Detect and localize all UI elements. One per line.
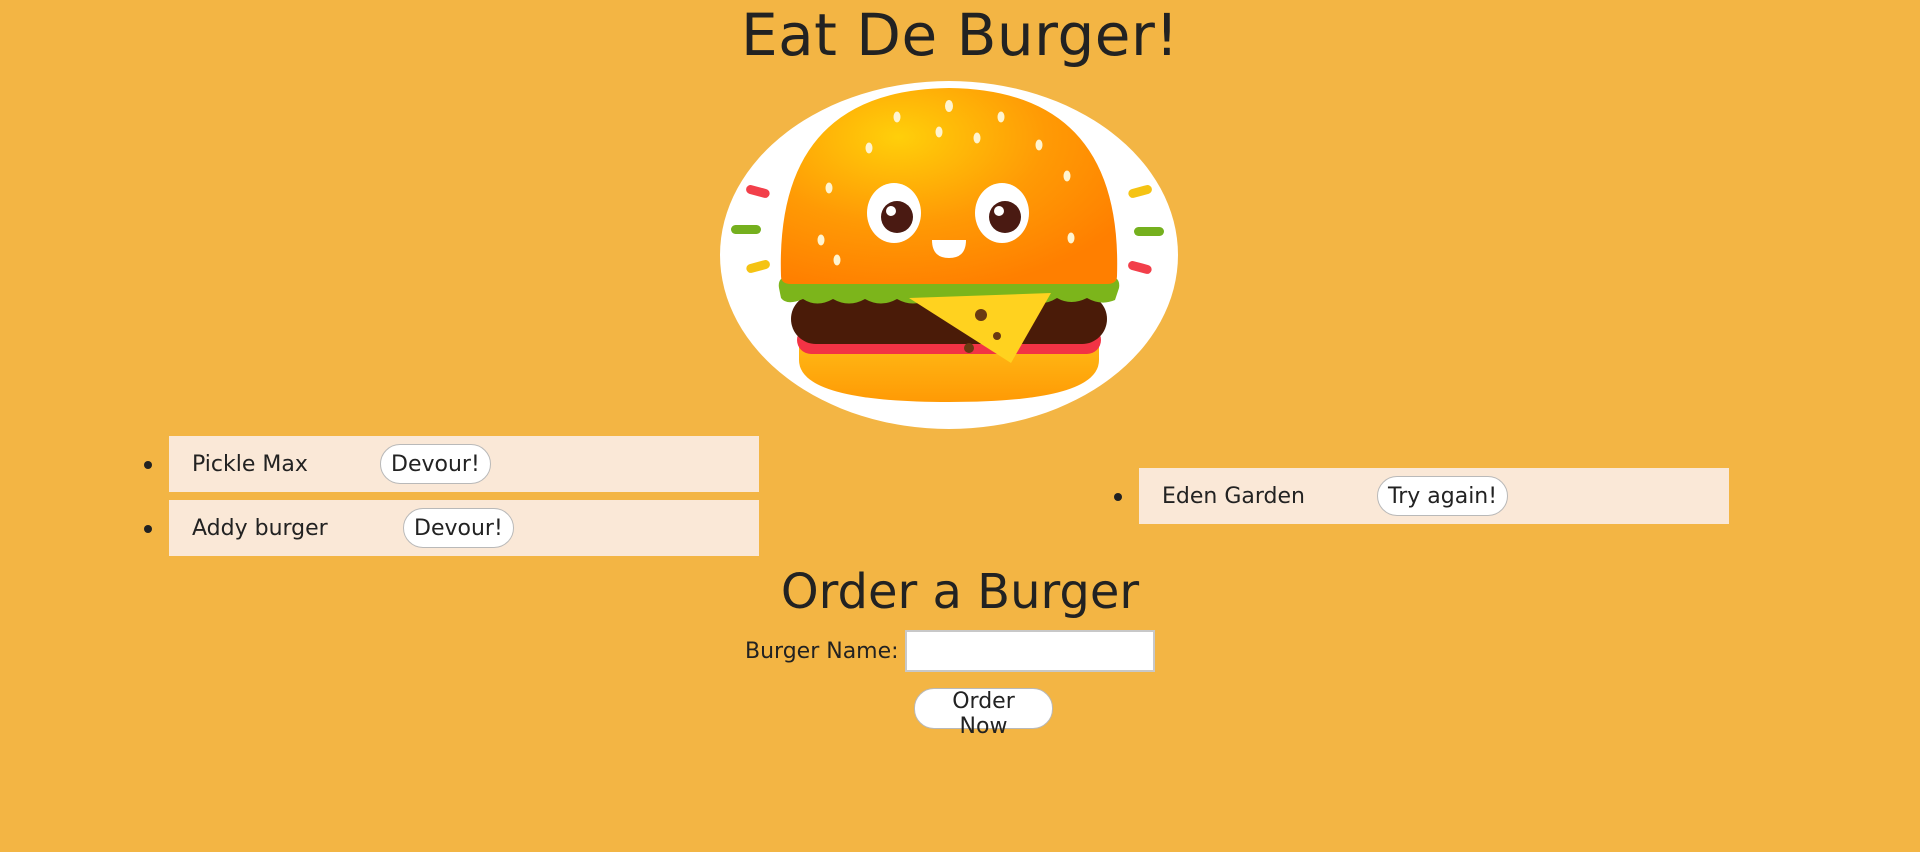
try-again-button[interactable]: Try again! [1377,476,1509,516]
order-title: Order a Burger [780,564,1140,620]
list-item: Addy burger Devour! [144,500,759,556]
burger-name: Addy burger [192,515,328,541]
order-now-button[interactable]: Order Now [914,688,1053,739]
list-item: Pickle Max Devour! [144,436,759,492]
burger-name: Eden Garden [1162,483,1305,509]
list-item: Eden Garden Try again! [1114,468,1729,524]
burger-name-label: Burger Name: [745,638,899,664]
devour-button[interactable]: Devour! [403,508,514,548]
devoured-burger-list: Eden Garden Try again! [1114,468,1729,532]
burger-mascot-icon [720,81,1178,429]
devour-button[interactable]: Devour! [380,444,491,484]
uneaten-burger-list: Pickle Max Devour! Addy burger Devour! [144,436,759,564]
burger-name-input[interactable] [904,630,1155,672]
burger-name: Pickle Max [192,451,308,477]
page-title: Eat De Burger! [740,1,1180,69]
order-form: Burger Name: [745,630,1155,672]
